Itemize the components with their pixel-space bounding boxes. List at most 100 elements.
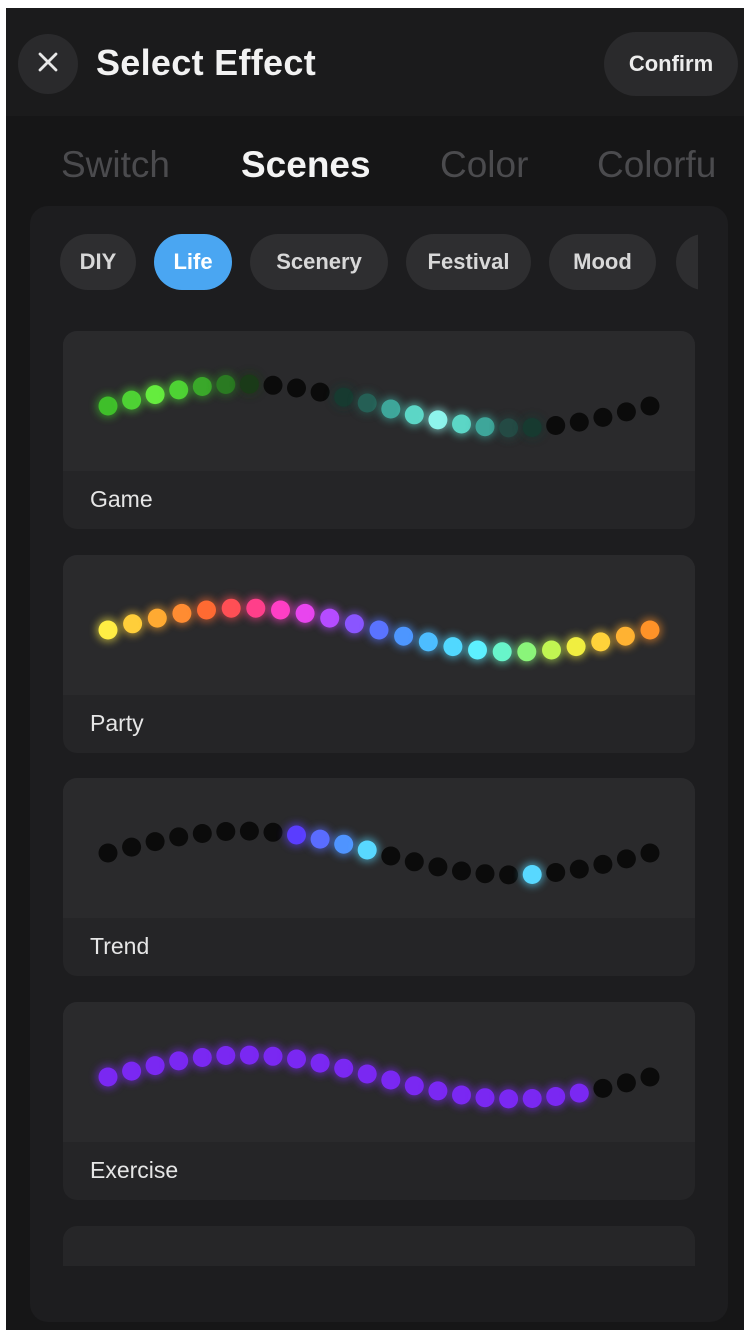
led-dot bbox=[310, 829, 330, 849]
led-dot bbox=[192, 824, 212, 843]
led-dot bbox=[546, 1087, 566, 1106]
led-dot bbox=[428, 857, 448, 877]
led-dot bbox=[192, 1048, 212, 1067]
led-dot bbox=[522, 418, 542, 437]
effect-card-trend[interactable]: Trend bbox=[63, 778, 695, 976]
tab-scenes[interactable]: Scenes bbox=[241, 144, 371, 186]
led-dot bbox=[98, 1067, 118, 1087]
chip-more[interactable] bbox=[676, 234, 698, 290]
led-dot bbox=[404, 405, 424, 425]
chip-diy[interactable]: DIY bbox=[60, 234, 136, 290]
led-dot bbox=[569, 1083, 589, 1103]
led-dot bbox=[475, 1088, 495, 1108]
led-dot bbox=[640, 1067, 660, 1087]
effect-card-game[interactable]: Game bbox=[63, 331, 695, 529]
led-dot bbox=[357, 393, 377, 413]
led-dot bbox=[443, 637, 463, 657]
led-dot bbox=[418, 632, 438, 652]
led-dot bbox=[381, 1070, 401, 1090]
led-dot bbox=[593, 1078, 613, 1098]
scenes-panel: DIY Life Scenery Festival Mood Game Part… bbox=[30, 206, 728, 1322]
led-dot bbox=[310, 1053, 330, 1073]
effect-preview bbox=[63, 331, 695, 471]
confirm-button[interactable]: Confirm bbox=[604, 32, 738, 96]
led-dot bbox=[404, 852, 424, 872]
led-dot bbox=[246, 598, 266, 618]
led-dot bbox=[468, 640, 487, 660]
chip-festival[interactable]: Festival bbox=[406, 234, 531, 290]
led-dot bbox=[98, 396, 118, 416]
effect-label: Game bbox=[90, 486, 153, 512]
led-dot bbox=[369, 620, 389, 640]
led-dot bbox=[271, 600, 290, 620]
led-dot bbox=[320, 608, 340, 628]
led-dot bbox=[569, 859, 589, 879]
led-dot bbox=[295, 603, 315, 623]
led-dot bbox=[452, 1085, 471, 1105]
chip-scenery[interactable]: Scenery bbox=[250, 234, 388, 290]
tab-colorful[interactable]: Colorfu bbox=[597, 144, 716, 186]
led-dot bbox=[221, 598, 241, 618]
led-dot bbox=[566, 637, 586, 657]
led-dot bbox=[542, 640, 561, 660]
led-dot bbox=[394, 626, 414, 646]
led-dot bbox=[216, 1046, 236, 1065]
led-dot bbox=[452, 414, 471, 434]
led-dot bbox=[591, 632, 611, 652]
led-dot bbox=[122, 1061, 142, 1081]
led-dot bbox=[499, 865, 519, 885]
effect-type-tabs: Switch Scenes Color Colorfu bbox=[6, 116, 744, 211]
led-dot bbox=[98, 620, 118, 640]
led-dot bbox=[616, 849, 636, 869]
effect-card-party[interactable]: Party bbox=[63, 555, 695, 753]
led-dot bbox=[172, 603, 192, 623]
led-dot bbox=[98, 843, 118, 863]
led-dot bbox=[145, 832, 165, 852]
led-dot bbox=[344, 614, 364, 634]
led-dot bbox=[357, 1064, 377, 1084]
led-dot bbox=[287, 1049, 306, 1069]
effect-preview bbox=[63, 1002, 695, 1142]
led-dot bbox=[428, 410, 448, 430]
led-dot bbox=[522, 865, 542, 884]
led-dot bbox=[287, 825, 306, 845]
led-dot bbox=[197, 600, 216, 620]
page-title: Select Effect bbox=[96, 42, 316, 83]
led-dot bbox=[522, 1089, 542, 1108]
effect-label: Party bbox=[90, 710, 144, 736]
led-dot bbox=[452, 861, 471, 881]
tab-switch[interactable]: Switch bbox=[61, 144, 170, 186]
led-dot bbox=[239, 821, 259, 841]
effect-card-exercise[interactable]: Exercise bbox=[63, 1002, 695, 1200]
effect-label: Trend bbox=[90, 933, 150, 959]
led-dot bbox=[593, 854, 613, 874]
led-dot bbox=[122, 390, 142, 410]
category-chips: DIY Life Scenery Festival Mood bbox=[30, 234, 698, 294]
led-dot bbox=[499, 418, 519, 438]
tab-color[interactable]: Color bbox=[440, 144, 528, 186]
close-button[interactable] bbox=[18, 34, 78, 94]
led-dot bbox=[616, 1073, 636, 1093]
app-screen: Select Effect Confirm Switch Scenes Colo… bbox=[6, 8, 744, 1330]
led-dot bbox=[492, 642, 512, 662]
led-dot bbox=[123, 614, 143, 634]
led-dot bbox=[263, 822, 283, 842]
led-dot bbox=[593, 407, 613, 427]
led-dot bbox=[616, 402, 636, 422]
led-dot bbox=[546, 863, 566, 882]
effect-label: Exercise bbox=[90, 1157, 179, 1183]
led-dot bbox=[147, 608, 167, 628]
close-icon bbox=[36, 50, 60, 79]
led-dot bbox=[169, 827, 189, 847]
led-dot bbox=[404, 1076, 424, 1096]
led-dot bbox=[640, 396, 660, 416]
led-dot bbox=[381, 399, 401, 419]
led-dot bbox=[122, 837, 142, 857]
led-dot bbox=[310, 382, 330, 402]
led-dot bbox=[475, 864, 495, 884]
led-dot bbox=[216, 822, 236, 841]
chip-mood[interactable]: Mood bbox=[549, 234, 656, 290]
led-dot bbox=[169, 380, 189, 400]
effect-card-partial[interactable] bbox=[63, 1226, 695, 1266]
chip-life[interactable]: Life bbox=[154, 234, 232, 290]
